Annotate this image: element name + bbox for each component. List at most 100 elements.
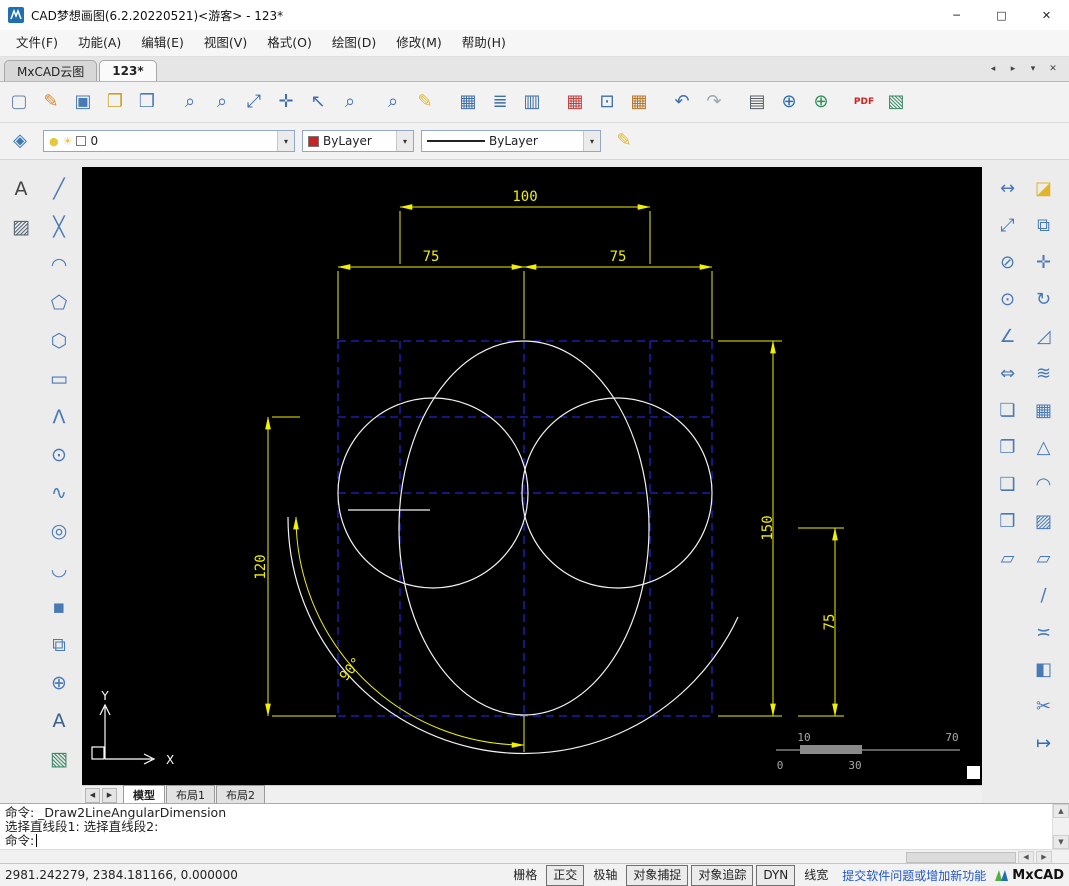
mirror-button[interactable]: △ xyxy=(1027,431,1060,464)
break-button[interactable]: ∕ xyxy=(1027,579,1060,612)
text-style-button[interactable]: A xyxy=(4,172,38,206)
toggle-grid[interactable]: 栅格 xyxy=(507,866,543,885)
box-3d-button[interactable]: ◧ xyxy=(1027,653,1060,686)
wipeout-button[interactable]: ▱ xyxy=(991,542,1024,575)
zoom-window-button[interactable]: ⌕ xyxy=(206,86,238,118)
browse-web-button[interactable]: ⊕ xyxy=(805,86,837,118)
toggle-polar[interactable]: 极轴 xyxy=(587,866,623,885)
scroll-up-button[interactable]: ▲ xyxy=(1053,804,1069,818)
menu-function[interactable]: 功能(A) xyxy=(68,30,131,56)
join-button[interactable]: ≍ xyxy=(1027,616,1060,649)
line-button[interactable]: ╱ xyxy=(42,172,76,206)
zoom-previous-button[interactable]: ⌕ xyxy=(174,86,206,118)
save-as-button[interactable]: ❒ xyxy=(131,86,163,118)
select-set-button[interactable]: ⊡ xyxy=(591,86,623,118)
menu-file[interactable]: 文件(F) xyxy=(6,30,68,56)
scroll-down-button[interactable]: ▼ xyxy=(1053,835,1069,849)
circle-button[interactable]: ⊙ xyxy=(42,438,76,472)
layout-scroll-right-button[interactable]: ▶ xyxy=(102,787,117,803)
command-prompt[interactable]: 命令: xyxy=(5,834,1047,848)
pan-button[interactable]: ✛ xyxy=(270,86,302,118)
zoom-in-button[interactable]: ⌕ xyxy=(334,86,366,118)
spline-button[interactable]: ∿ xyxy=(42,476,76,510)
menu-help[interactable]: 帮助(H) xyxy=(452,30,516,56)
boundary-button[interactable]: ▱ xyxy=(1027,542,1060,575)
text-lines-button[interactable]: ≣ xyxy=(484,86,516,118)
command-vertical-scrollbar[interactable]: ▲ ▼ xyxy=(1052,804,1069,849)
insert-table-button[interactable]: ▦ xyxy=(452,86,484,118)
match-properties-button[interactable]: ✎ xyxy=(608,125,640,157)
tab-scroll-right-button[interactable]: ▸ xyxy=(1005,61,1021,77)
layout-tab-model[interactable]: 模型 xyxy=(123,785,165,805)
feedback-link[interactable]: 提交软件问题或增加新功能 xyxy=(842,867,986,884)
command-history[interactable]: 命令: _Draw2LineAngularDimension 选择直线段1: 选… xyxy=(0,804,1052,849)
open-folder-button[interactable]: ❐ xyxy=(99,86,131,118)
tab-scroll-left-button[interactable]: ◂ xyxy=(985,61,1001,77)
print-button[interactable]: ▤ xyxy=(741,86,773,118)
color-table-button[interactable]: ▦ xyxy=(559,86,591,118)
layout-tab-2[interactable]: 布局2 xyxy=(216,785,265,805)
menu-view[interactable]: 视图(V) xyxy=(194,30,257,56)
copy-view-button[interactable]: ▥ xyxy=(516,86,548,118)
layer-manager-button[interactable]: ◈ xyxy=(4,125,36,157)
tab-close-button[interactable]: ✕ xyxy=(1045,61,1061,77)
draw-order-above-button[interactable]: ❑ xyxy=(991,468,1024,501)
trim-button[interactable]: ✂ xyxy=(1027,690,1060,723)
menu-format[interactable]: 格式(O) xyxy=(257,30,322,56)
insert-block-button[interactable]: ⊕ xyxy=(42,666,76,700)
command-horizontal-scrollbar[interactable]: ◀ ▶ xyxy=(0,849,1069,864)
hatch-edit-button[interactable]: ▨ xyxy=(1027,505,1060,538)
polygon-button[interactable]: ⬠ xyxy=(42,286,76,320)
arc-button[interactable]: ◠ xyxy=(42,248,76,282)
copy-button[interactable]: ⧉ xyxy=(1027,209,1060,242)
layout-tab-1[interactable]: 布局1 xyxy=(166,785,215,805)
dim-continue-button[interactable]: ⇔ xyxy=(991,357,1024,390)
toggle-osnap[interactable]: 对象捕捉 xyxy=(626,864,689,886)
color-select[interactable]: ByLayer ▾ xyxy=(302,130,414,152)
erase-button[interactable]: ◪ xyxy=(1027,172,1060,205)
scale-button[interactable]: ◿ xyxy=(1027,320,1060,353)
drawing-canvas[interactable]: 100 75 75 120 150 75 90° Y X 10 70 0 30 xyxy=(82,167,982,785)
draw-order-back-button[interactable]: ❐ xyxy=(991,431,1024,464)
toggle-otrack[interactable]: 对象追踪 xyxy=(691,864,754,886)
scroll-right-button[interactable]: ▶ xyxy=(1036,850,1052,864)
new-file-button[interactable]: ▢ xyxy=(3,86,35,118)
publish-web-button[interactable]: ⊕ xyxy=(773,86,805,118)
move-button[interactable]: ✛ xyxy=(1027,246,1060,279)
offset-button[interactable]: ≋ xyxy=(1027,357,1060,390)
polyline-button[interactable]: Λ xyxy=(42,400,76,434)
image-button[interactable]: ▧ xyxy=(42,742,76,776)
zoom-extents-button[interactable]: ⤢ xyxy=(238,86,270,118)
dim-diameter-button[interactable]: ⊘ xyxy=(991,246,1024,279)
dim-linear-button[interactable]: ↔ xyxy=(991,172,1024,205)
draw-order-front-button[interactable]: ❏ xyxy=(991,394,1024,427)
redo-button[interactable]: ↷ xyxy=(698,86,730,118)
toggle-ortho[interactable]: 正交 xyxy=(546,864,585,886)
tab-mxcad-cloud[interactable]: MxCAD云图 xyxy=(4,60,98,81)
layout-scroll-left-button[interactable]: ◀ xyxy=(85,787,100,803)
minimize-button[interactable]: ─ xyxy=(934,0,979,30)
tab-123[interactable]: 123* xyxy=(99,60,157,81)
dim-aligned-button[interactable]: ⤢ xyxy=(991,209,1024,242)
array-button[interactable]: ▦ xyxy=(1027,394,1060,427)
inscribed-polygon-button[interactable]: ⬡ xyxy=(42,324,76,358)
insert-image-button[interactable]: ▧ xyxy=(880,86,912,118)
save-button[interactable]: ▣ xyxy=(67,86,99,118)
zoom-scale-button[interactable]: ↖ xyxy=(302,86,334,118)
point-button[interactable]: ▪ xyxy=(42,590,76,624)
toggle-lineweight[interactable]: 线宽 xyxy=(798,866,834,885)
sketch-button[interactable]: ✎ xyxy=(409,86,441,118)
menu-edit[interactable]: 编辑(E) xyxy=(131,30,194,56)
dim-radius-button[interactable]: ⊙ xyxy=(991,283,1024,316)
canvas-resize-handle[interactable] xyxy=(967,766,980,779)
scrollbar-thumb[interactable] xyxy=(906,851,1016,863)
draw-order-below-button[interactable]: ❒ xyxy=(991,505,1024,538)
maximize-button[interactable]: □ xyxy=(979,0,1024,30)
undo-button[interactable]: ↶ xyxy=(666,86,698,118)
drawing-viewport[interactable]: 100 75 75 120 150 75 90° Y X 10 70 0 30 xyxy=(82,167,982,785)
chevron-down-icon[interactable]: ▾ xyxy=(583,131,600,151)
menu-draw[interactable]: 绘图(D) xyxy=(322,30,386,56)
mtext-button[interactable]: A xyxy=(42,704,76,738)
chevron-down-icon[interactable]: ▾ xyxy=(277,131,294,151)
export-pdf-button[interactable]: PDF xyxy=(848,86,880,118)
